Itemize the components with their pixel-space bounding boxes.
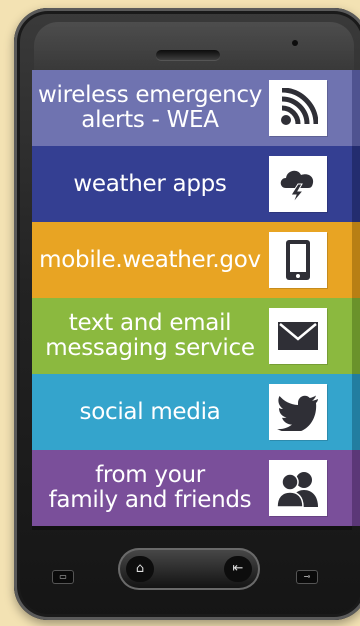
band-label: social media <box>79 398 221 425</box>
home-button-bar[interactable]: ⌂ ⇤ <box>118 548 260 590</box>
band-label: text and email messaging service <box>32 311 268 361</box>
band-edge <box>352 374 360 450</box>
band-text-email-messaging: text and email messaging service <box>32 298 352 374</box>
phone-screen: wireless emergency alerts - WEA weather … <box>32 70 360 530</box>
band-label-line2: family and friends <box>48 487 252 513</box>
earpiece-speaker <box>156 50 220 60</box>
band-label: weather apps <box>73 170 227 197</box>
bird-icon <box>269 384 327 440</box>
storm-cloud-icon <box>269 156 327 212</box>
band-family-friends: from your family and friends <box>32 450 352 526</box>
front-camera <box>292 40 298 46</box>
menu-soft-key[interactable]: ▭ <box>52 570 74 584</box>
band-label-line1: wireless emergency <box>37 82 263 108</box>
band-label-line2: messaging service <box>45 335 255 361</box>
band-label-line1: from your <box>95 462 205 488</box>
band-label: wireless emergency alerts - WEA <box>32 83 268 133</box>
key-soft-key[interactable]: ⊸ <box>296 570 318 584</box>
band-edge <box>352 298 360 374</box>
band-mobile-weather-gov: mobile.weather.gov <box>32 222 352 298</box>
band-edge <box>352 70 360 146</box>
band-edge <box>352 222 360 298</box>
band-weather-apps: weather apps <box>32 146 352 222</box>
people-icon <box>269 460 327 516</box>
band-label: mobile.weather.gov <box>39 246 261 273</box>
back-icon[interactable]: ⇤ <box>224 556 252 582</box>
home-icon[interactable]: ⌂ <box>126 556 154 582</box>
envelope-icon <box>269 308 327 364</box>
smartphone-icon <box>269 232 327 288</box>
signal-waves-icon <box>269 80 327 136</box>
band-social-media: social media <box>32 374 352 450</box>
band-edge <box>352 450 360 526</box>
band-label: from your family and friends <box>32 463 268 513</box>
band-label-line1: text and email <box>68 310 232 336</box>
band-edge <box>352 146 360 222</box>
band-label-line2: alerts - WEA <box>81 107 219 133</box>
band-wireless-emergency-alerts: wireless emergency alerts - WEA <box>32 70 352 146</box>
